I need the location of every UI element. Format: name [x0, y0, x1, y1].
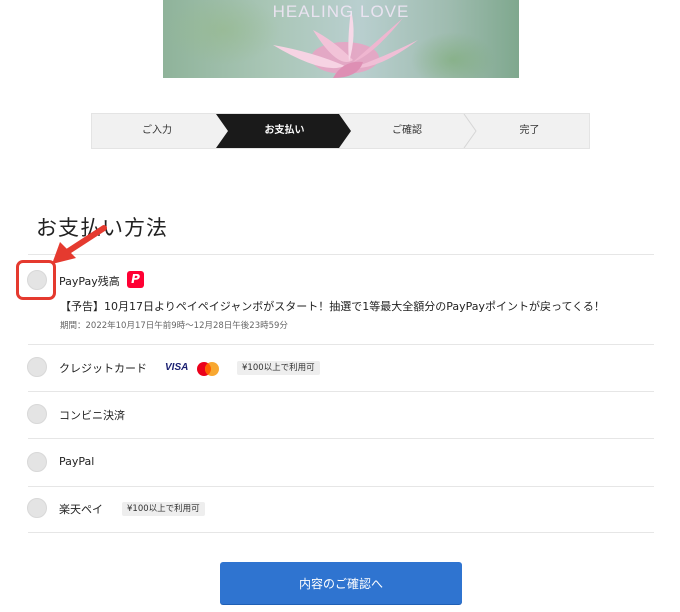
- red-arrow-icon: [52, 225, 107, 264]
- paypay-notice: 【予告】10月17日よりペイペイジャンボがスタート！抽選で1等最大全額分のPay…: [60, 300, 605, 313]
- divider: [28, 438, 654, 439]
- confirm-button[interactable]: 内容のご確認へ: [220, 562, 462, 604]
- divider: [28, 532, 654, 533]
- mastercard-icon: [197, 362, 219, 376]
- step-confirm: ご確認: [392, 125, 422, 136]
- convenience-store-label: コンビニ決済: [59, 409, 125, 422]
- divider: [28, 486, 654, 487]
- step-input: ご入力: [142, 125, 172, 136]
- divider: [28, 344, 654, 345]
- divider: [28, 391, 654, 392]
- credit-card-min-badge: ¥100以上で利用可: [237, 361, 320, 375]
- rakuten-pay-label: 楽天ペイ: [59, 503, 103, 516]
- rakuten-pay-radio[interactable]: [27, 498, 47, 518]
- credit-card-radio[interactable]: [27, 357, 47, 377]
- checkout-steps: ご入力 お支払い ご確認 完了: [91, 113, 590, 149]
- banner-title: HEALING LOVE: [272, 2, 410, 21]
- paypay-label: PayPay残高: [59, 275, 120, 288]
- paypay-icon: P: [127, 271, 144, 288]
- paypay-period: 期間：2022年10月17日午前9時〜12月28日午後23時59分: [60, 321, 288, 331]
- banner-image: HEALING LOVE: [163, 0, 519, 78]
- credit-card-label: クレジットカード: [59, 362, 147, 375]
- paypal-radio[interactable]: [27, 452, 47, 472]
- divider: [28, 254, 654, 255]
- step-complete: 完了: [519, 125, 540, 136]
- step-payment: お支払い: [264, 125, 305, 136]
- rakuten-pay-min-badge: ¥100以上で利用可: [122, 502, 205, 516]
- visa-icon: VISA: [165, 362, 189, 373]
- convenience-store-radio[interactable]: [27, 404, 47, 424]
- paypal-label: PayPal: [59, 455, 95, 468]
